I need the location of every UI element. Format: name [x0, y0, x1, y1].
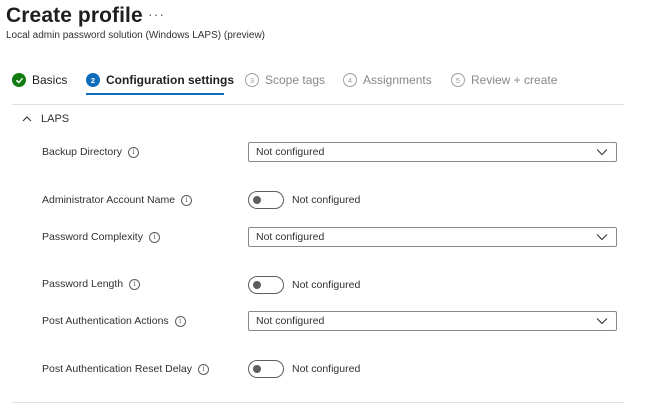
- info-icon[interactable]: i: [127, 146, 139, 158]
- post-authentication-reset-delay-toggle-group: Not configured: [248, 360, 360, 378]
- divider: [12, 104, 624, 105]
- dropdown-value: Not configured: [256, 146, 325, 158]
- chevron-down-icon: [596, 149, 608, 156]
- step-number: 4: [343, 73, 357, 87]
- more-options-button[interactable]: ···: [148, 6, 165, 22]
- toggle-value: Not configured: [292, 363, 361, 375]
- password-length-toggle-group: Not configured: [248, 276, 360, 294]
- step-number: 3: [245, 73, 259, 87]
- page-title: Create profile: [6, 4, 143, 27]
- backup-directory-dropdown[interactable]: Not configured: [248, 142, 617, 162]
- step-review-create[interactable]: 5 Review + create: [451, 70, 557, 96]
- info-icon[interactable]: i: [181, 194, 193, 206]
- post-authentication-reset-delay-toggle[interactable]: [248, 360, 284, 378]
- setting-label-password-complexity: Password Complexity i: [42, 231, 160, 243]
- step-label: Configuration settings: [106, 73, 234, 87]
- step-label: Assignments: [363, 73, 432, 87]
- setting-label: Administrator Account Name: [42, 194, 176, 206]
- chevron-down-icon: [596, 318, 608, 325]
- setting-label: Password Length: [42, 278, 124, 290]
- info-icon[interactable]: i: [174, 315, 186, 327]
- setting-label-password-length: Password Length i: [42, 278, 141, 290]
- administrator-account-name-toggle-group: Not configured: [248, 191, 360, 209]
- setting-label: Post Authentication Actions: [42, 315, 169, 327]
- step-scope-tags[interactable]: 3 Scope tags: [245, 70, 325, 96]
- step-label: Review + create: [471, 73, 558, 87]
- active-step-underline: [86, 93, 224, 95]
- dropdown-value: Not configured: [256, 315, 325, 327]
- post-authentication-actions-dropdown[interactable]: Not configured: [248, 311, 617, 331]
- administrator-account-name-toggle[interactable]: [248, 191, 284, 209]
- step-label: Basics: [32, 73, 68, 87]
- section-title: LAPS: [41, 113, 70, 125]
- setting-label: Backup Directory: [42, 146, 122, 158]
- step-number: 2: [86, 73, 100, 87]
- setting-label-administrator-account-name: Administrator Account Name i: [42, 194, 193, 206]
- toggle-value: Not configured: [292, 194, 361, 206]
- wizard-steps: Basics 2 Configuration settings 3 Scope …: [12, 70, 624, 96]
- step-basics[interactable]: Basics: [12, 70, 67, 96]
- chevron-up-icon: [22, 116, 32, 122]
- section-laps-toggle[interactable]: LAPS: [21, 113, 69, 125]
- setting-label: Post Authentication Reset Delay: [42, 363, 193, 375]
- setting-label-post-authentication-reset-delay: Post Authentication Reset Delay i: [42, 363, 210, 375]
- toggle-knob: [253, 281, 261, 289]
- info-icon[interactable]: i: [198, 363, 210, 375]
- chevron-down-icon: [596, 234, 608, 241]
- divider: [12, 402, 624, 403]
- check-icon: [12, 73, 26, 87]
- password-complexity-dropdown[interactable]: Not configured: [248, 227, 617, 247]
- toggle-value: Not configured: [292, 279, 361, 291]
- page-subtitle: Local admin password solution (Windows L…: [6, 30, 265, 41]
- dropdown-value: Not configured: [256, 231, 325, 243]
- step-label: Scope tags: [265, 73, 326, 87]
- setting-label-post-authentication-actions: Post Authentication Actions i: [42, 315, 186, 327]
- toggle-knob: [253, 196, 261, 204]
- info-icon[interactable]: i: [129, 278, 141, 290]
- step-assignments[interactable]: 4 Assignments: [343, 70, 432, 96]
- step-number: 5: [451, 73, 465, 87]
- setting-label: Password Complexity: [42, 231, 143, 243]
- setting-label-backup-directory: Backup Directory i: [42, 146, 139, 158]
- info-icon[interactable]: i: [148, 231, 160, 243]
- toggle-knob: [253, 365, 261, 373]
- password-length-toggle[interactable]: [248, 276, 284, 294]
